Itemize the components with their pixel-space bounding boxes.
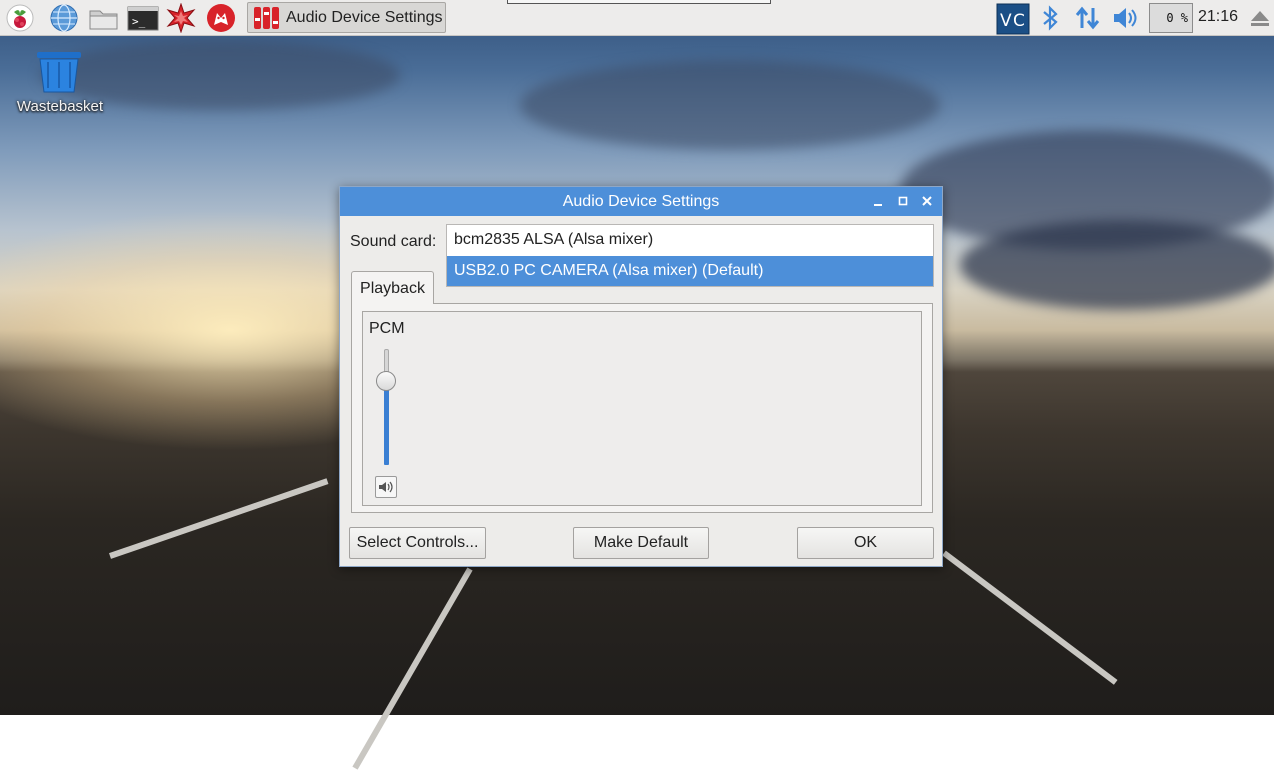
wolfram-icon[interactable] xyxy=(206,3,236,33)
road-line xyxy=(352,567,473,770)
vnc-icon[interactable]: V C xyxy=(996,3,1032,35)
tab-playback[interactable]: Playback xyxy=(351,271,434,304)
terminal-icon[interactable]: >_ xyxy=(127,3,159,33)
sound-card-option-selected[interactable]: USB2.0 PC CAMERA (Alsa mixer) (Default) xyxy=(447,256,933,286)
pcm-volume-fill xyxy=(384,381,389,465)
wastebasket-desktop-icon[interactable]: Wastebasket xyxy=(17,50,103,120)
road-line xyxy=(109,478,329,559)
playback-panel: PCM xyxy=(351,303,933,513)
wastebasket-label: Wastebasket xyxy=(16,98,104,115)
road-line xyxy=(942,550,1118,685)
cloud xyxy=(960,220,1274,310)
taskbar: >_ Audio Device Settings V C 0 % 21:16 xyxy=(0,0,1274,36)
dialog-titlebar[interactable]: Audio Device Settings xyxy=(340,187,942,216)
mathematica-icon[interactable] xyxy=(166,2,196,34)
svg-text:V: V xyxy=(1000,11,1012,31)
clock[interactable]: 21:16 xyxy=(1198,8,1238,26)
sound-card-label: Sound card: xyxy=(350,233,437,250)
dialog-title: Audio Device Settings xyxy=(562,193,720,210)
task-button-audio-settings[interactable]: Audio Device Settings xyxy=(247,2,446,33)
ok-button[interactable]: OK xyxy=(797,527,934,559)
pcm-control-label: PCM xyxy=(369,320,405,337)
cpu-usage-monitor[interactable]: 0 % xyxy=(1149,3,1193,33)
sound-card-list[interactable]: bcm2835 ALSA (Alsa mixer) USB2.0 PC CAME… xyxy=(446,224,934,287)
pcm-volume-knob[interactable] xyxy=(376,371,396,392)
maximize-icon[interactable] xyxy=(896,194,910,208)
web-browser-icon[interactable] xyxy=(49,3,79,33)
window-preview-box xyxy=(507,0,771,4)
task-button-label: Audio Device Settings xyxy=(286,9,443,26)
raspberry-menu-icon[interactable] xyxy=(5,3,35,33)
select-controls-button[interactable]: Select Controls... xyxy=(349,527,486,559)
pcm-mute-toggle[interactable] xyxy=(375,476,397,498)
network-updown-icon[interactable] xyxy=(1073,3,1103,33)
eject-icon[interactable] xyxy=(1249,3,1271,33)
make-default-button[interactable]: Make Default xyxy=(573,527,709,559)
cloud xyxy=(520,60,940,150)
sound-card-option[interactable]: bcm2835 ALSA (Alsa mixer) xyxy=(447,225,933,255)
file-manager-icon[interactable] xyxy=(88,3,118,33)
volume-icon[interactable] xyxy=(1111,3,1139,33)
speaker-icon xyxy=(379,481,393,493)
mixer-icon xyxy=(252,6,280,30)
svg-text:C: C xyxy=(1013,11,1025,31)
bluetooth-icon[interactable] xyxy=(1039,3,1061,33)
close-icon[interactable] xyxy=(920,194,934,208)
controls-area: PCM xyxy=(362,311,922,506)
svg-text:>_: >_ xyxy=(132,15,146,28)
minimize-icon[interactable] xyxy=(871,194,885,208)
audio-settings-dialog: Audio Device Settings Sound card: bcm283… xyxy=(339,186,943,567)
trash-icon xyxy=(37,52,81,93)
